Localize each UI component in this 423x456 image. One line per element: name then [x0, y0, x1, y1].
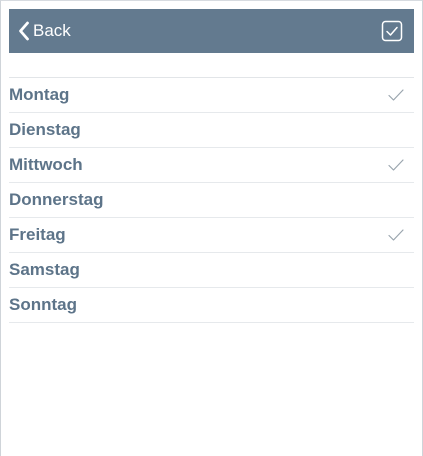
back-button[interactable]: Back: [18, 21, 71, 41]
weekday-list: Montag Dienstag Mittwoch Donnerstag Frei…: [9, 77, 414, 323]
checkmark-icon: [388, 89, 404, 101]
weekday-label: Mittwoch: [9, 155, 83, 174]
weekday-row-sonntag[interactable]: Sonntag: [9, 288, 414, 323]
weekday-row-dienstag[interactable]: Dienstag: [9, 113, 414, 148]
weekday-row-mittwoch[interactable]: Mittwoch: [9, 148, 414, 183]
chevron-left-icon: [19, 21, 29, 41]
weekday-label: Dienstag: [9, 120, 81, 139]
checkbox-check-icon: [381, 20, 403, 42]
weekday-label: Montag: [9, 85, 70, 104]
weekday-row-donnerstag[interactable]: Donnerstag: [9, 183, 414, 218]
weekday-row-montag[interactable]: Montag: [9, 78, 414, 113]
weekday-label: Sonntag: [9, 295, 77, 314]
checkmark-icon: [388, 229, 404, 241]
weekday-label: Donnerstag: [9, 190, 104, 209]
confirm-button[interactable]: [380, 19, 404, 43]
weekday-label: Freitag: [9, 225, 66, 244]
navigation-bar: Back: [9, 9, 414, 53]
weekday-label: Samstag: [9, 260, 80, 279]
back-label: Back: [33, 21, 71, 40]
weekday-row-freitag[interactable]: Freitag: [9, 218, 414, 253]
screen: Back Montag Dienstag Mittwoch Donnerstag: [0, 0, 423, 456]
weekday-row-samstag[interactable]: Samstag: [9, 253, 414, 288]
checkmark-icon: [388, 159, 404, 171]
